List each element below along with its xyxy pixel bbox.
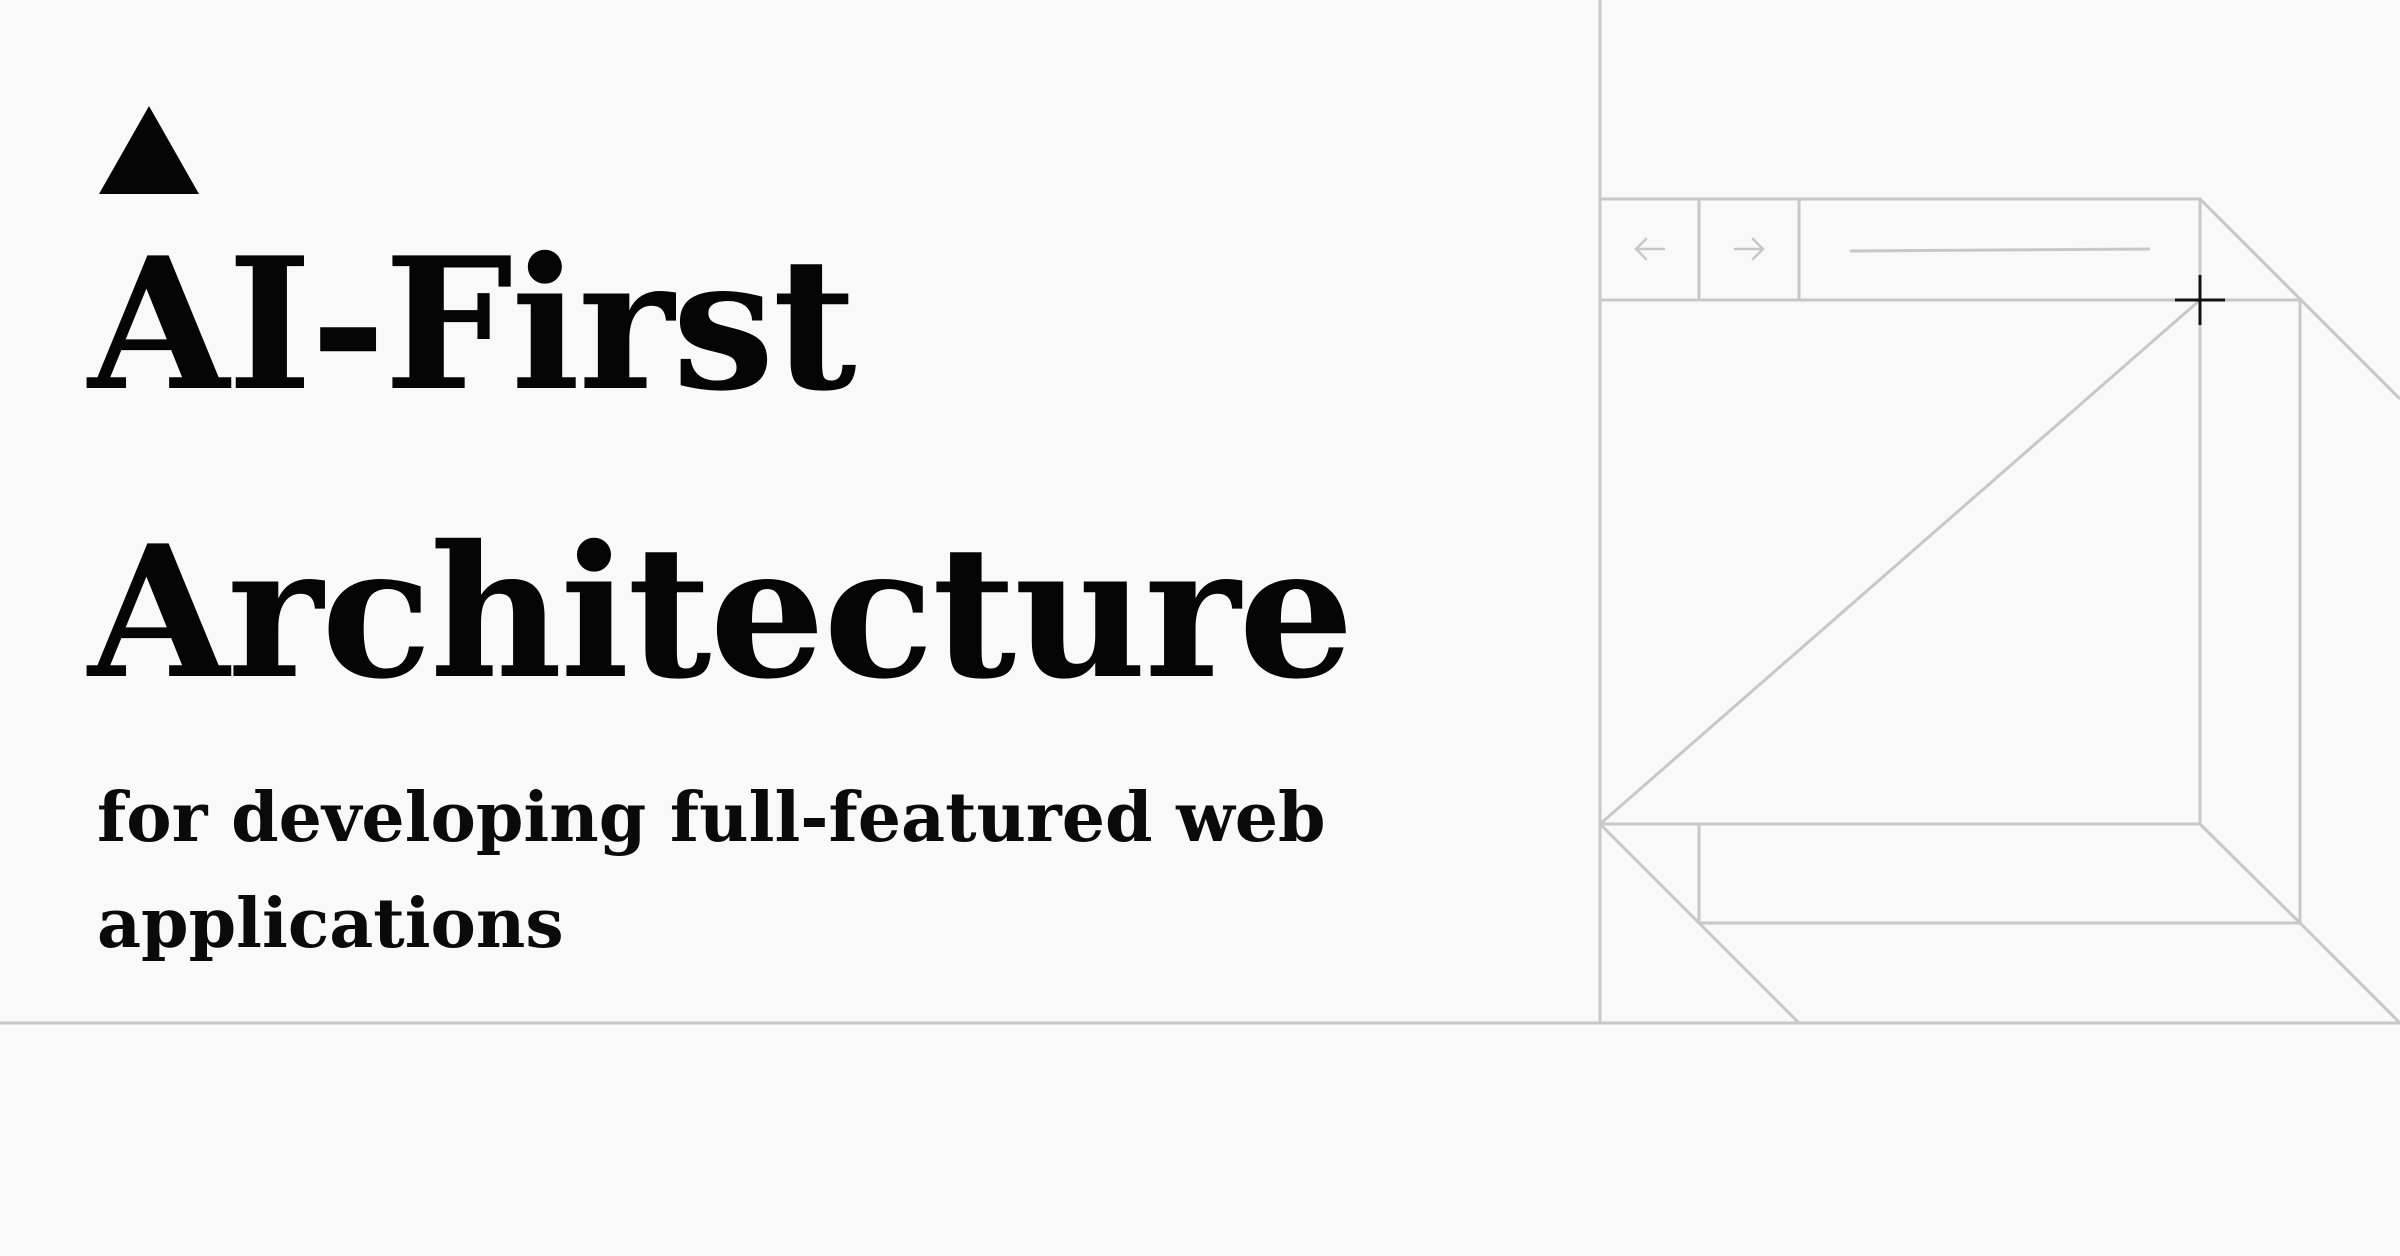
crosshair-cursor-icon: [2175, 275, 2225, 325]
arrow-left-icon: [1634, 237, 1666, 261]
arrow-right-icon: [1733, 237, 1765, 261]
browser-window-outline: [1598, 197, 2202, 826]
address-bar-line: [1849, 247, 2151, 253]
browser-wireframe-illustration: [0, 0, 2400, 1025]
